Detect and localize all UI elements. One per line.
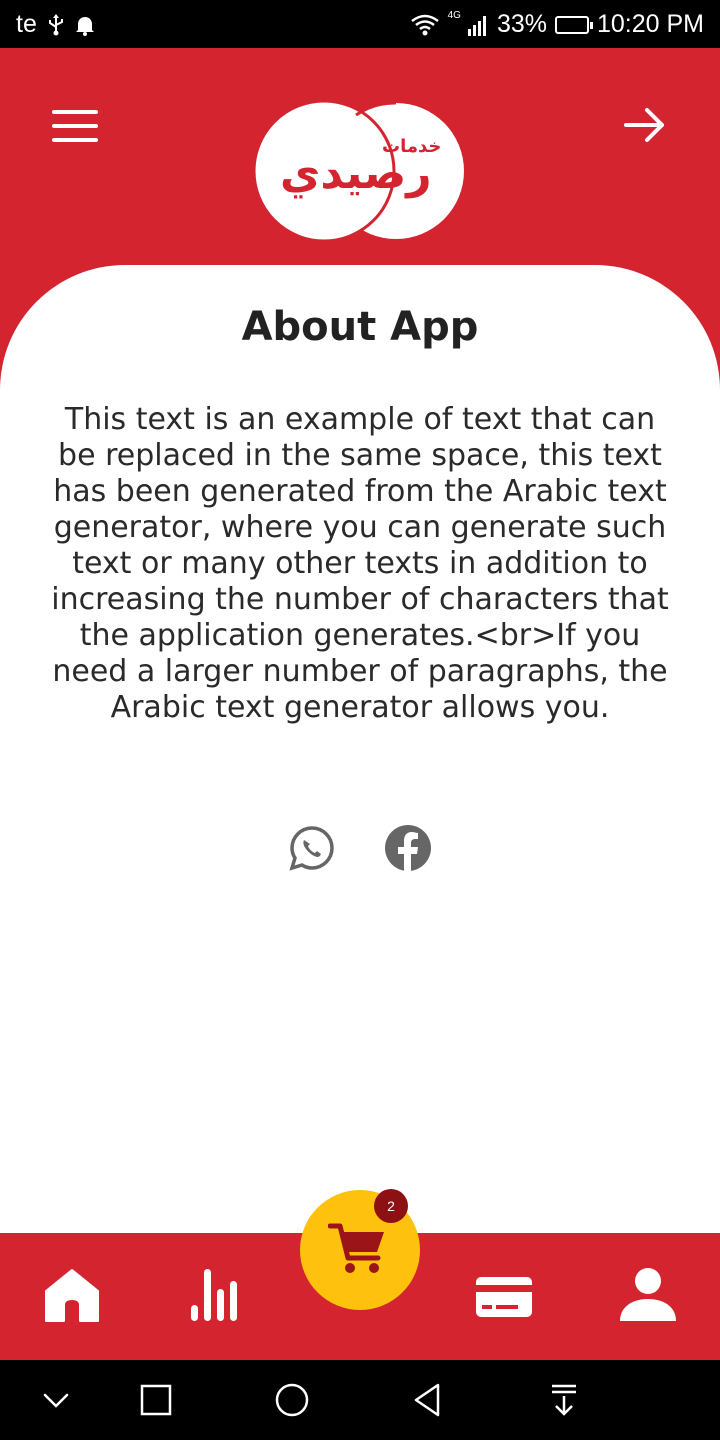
wifi-icon xyxy=(410,14,439,35)
chevron-down-icon[interactable] xyxy=(36,1380,76,1420)
home-icon[interactable] xyxy=(44,1267,100,1323)
brand-logo: خدمات رصيدي xyxy=(250,100,470,242)
usb-icon xyxy=(48,13,63,35)
menu-icon[interactable] xyxy=(52,106,100,146)
status-bar: te 4G 33% 10:20 PM xyxy=(0,0,720,48)
profile-icon[interactable] xyxy=(620,1267,676,1323)
network-type: 4G xyxy=(447,10,461,21)
status-right: 4G 33% 10:20 PM xyxy=(410,10,704,39)
home-circle-icon[interactable] xyxy=(272,1380,312,1420)
signal-icon xyxy=(467,15,486,36)
battery-percent: 33% xyxy=(496,10,547,38)
logo-title: رصيدي xyxy=(280,148,433,199)
notification-bell-icon xyxy=(75,16,94,36)
card-icon[interactable] xyxy=(476,1267,532,1323)
facebook-icon[interactable] xyxy=(384,824,432,872)
status-left: te xyxy=(16,10,95,39)
recent-apps-icon[interactable] xyxy=(136,1380,176,1420)
stats-icon[interactable] xyxy=(188,1267,244,1323)
carrier-label: te xyxy=(16,10,37,38)
back-icon[interactable] xyxy=(408,1380,448,1420)
system-navigation-bar xyxy=(0,1360,720,1440)
about-description: This text is an example of text that can… xyxy=(51,402,669,725)
clock: 10:20 PM xyxy=(596,10,704,38)
whatsapp-icon[interactable] xyxy=(288,824,336,872)
social-links xyxy=(0,824,720,872)
cart-icon xyxy=(328,1223,384,1273)
cart-count-badge: 2 xyxy=(374,1189,408,1223)
arrow-right-icon[interactable] xyxy=(622,102,668,148)
notification-pull-icon[interactable] xyxy=(544,1380,584,1420)
battery-charging-icon xyxy=(554,15,593,34)
page-title: About App xyxy=(241,304,479,350)
